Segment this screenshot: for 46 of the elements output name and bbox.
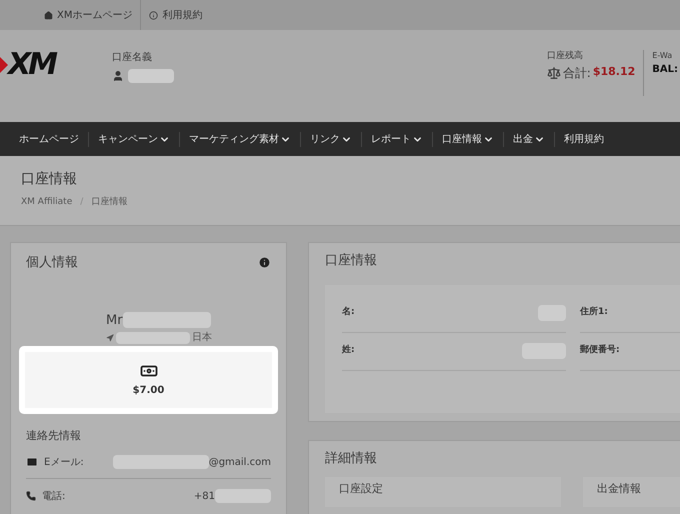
field-label: BAL: [652, 63, 678, 77]
field-value: @gmail.com [208, 456, 271, 470]
home-icon [44, 10, 53, 20]
top-link[interactable]: 利用規約 [141, 0, 210, 30]
field-label: 口座残高 [546, 50, 584, 63]
total-amount: $18.12 [592, 64, 636, 80]
field-label: 住所1: [580, 306, 608, 320]
total-label: 合計: [562, 64, 591, 82]
redacted-block [215, 489, 271, 503]
section-title: 連絡先情報 [26, 428, 82, 444]
page-title: 口座情報 [21, 170, 78, 189]
amount-text: $7.00 [132, 384, 164, 398]
field-label: E-Wa [652, 50, 674, 62]
nav-item[interactable]: ホームページ [10, 132, 89, 146]
field-label: 郵便番号: [580, 344, 620, 358]
nav-item[interactable]: 出金 [504, 132, 555, 146]
breadcrumb-link[interactable]: 口座情報 [91, 196, 128, 210]
location-arrow-icon [106, 334, 114, 342]
nav-item[interactable]: マーケティング素材 [180, 132, 301, 146]
field-label: Eメール: [44, 456, 85, 470]
info-icon [149, 10, 158, 20]
field-value: +81 [194, 490, 215, 504]
logo[interactable]: XM [0, 50, 110, 80]
nav-item[interactable]: リンク [301, 132, 362, 146]
panel-title: 個人情報 [26, 254, 78, 272]
field-label: 電話: [42, 490, 66, 504]
redacted-block [128, 69, 174, 83]
subpanel-header: 出金情報 [583, 476, 680, 506]
scale-icon [546, 66, 561, 80]
breadcrumb-link[interactable]: XM Affiliate [21, 196, 72, 210]
breadcrumb-separator: / [80, 196, 84, 209]
panel-title: 詳細情報 [325, 450, 378, 468]
field-label: 口座名義 [112, 50, 153, 65]
panel-title: 口座情報 [325, 252, 378, 270]
subpanel-header: 口座設定 [325, 476, 561, 506]
user-icon [112, 70, 124, 82]
nav-item[interactable]: キャンペーン [89, 132, 180, 146]
country-text: 日本 [192, 330, 212, 345]
info-icon [258, 256, 271, 270]
nav-item[interactable]: 利用規約 [555, 132, 613, 146]
name-prefix: Mr [106, 312, 123, 330]
field-label: 姓: [342, 344, 355, 358]
nav-item[interactable]: レポート [362, 132, 433, 146]
nav-item[interactable]: 口座情報 [433, 132, 504, 146]
field-label: 名: [342, 306, 355, 320]
phone-icon [26, 491, 36, 501]
